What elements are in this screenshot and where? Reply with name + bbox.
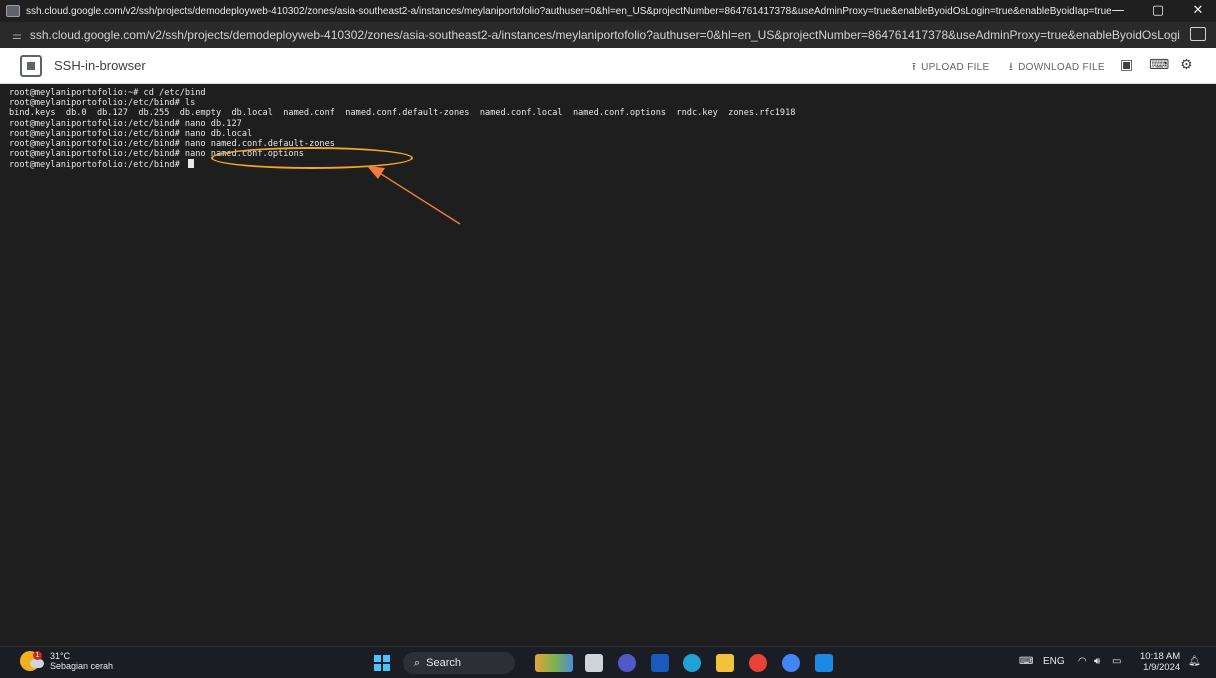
ssh-toolbar: SSH-in-browser ⭱ UPLOAD FILE ⭳ DOWNLOAD …	[0, 48, 1216, 84]
clock-date: 1/9/2024	[1143, 662, 1181, 673]
address-bar[interactable]: ⚌ ssh.cloud.google.com/v2/ssh/projects/d…	[0, 22, 1216, 48]
start-tile	[374, 655, 382, 663]
terminal-prompt-line[interactable]: root@meylaniportofolio:/etc/bind#	[9, 159, 1207, 171]
volume-icon[interactable]: 🔊︎	[1094, 656, 1100, 667]
settings-gear-icon[interactable]: ⚙	[1180, 57, 1193, 73]
weather-widget[interactable]: 1 31°C Sebagian cerah	[20, 651, 113, 671]
download-icon: ⭳	[1009, 60, 1014, 73]
search-icon: ⌕	[414, 656, 421, 669]
terminal-line: root@meylaniportofolio:/etc/bind# nano n…	[9, 138, 335, 149]
terminal-prompt: root@meylaniportofolio:/etc/bind#	[9, 160, 185, 171]
cast-icon[interactable]	[1190, 27, 1206, 41]
terminal-line: root@meylaniportofolio:/etc/bind# nano n…	[9, 149, 304, 160]
annotation-highlight-oval	[211, 147, 413, 169]
weather-description: Sebagian cerah	[50, 661, 114, 671]
maximize-button[interactable]: ▢	[1140, 0, 1176, 22]
upload-file-button[interactable]: ⭱ UPLOAD FILE	[912, 58, 989, 77]
task-view-icon[interactable]	[585, 654, 603, 672]
terminal-panel[interactable]: root@meylaniportofolio:~# cd /etc/bind r…	[0, 84, 1216, 646]
download-file-button[interactable]: ⭳ DOWNLOAD FILE	[1009, 58, 1105, 77]
terminal-line: root@meylaniportofolio:/etc/bind# ls	[9, 98, 196, 109]
language-indicator[interactable]: ENG	[1043, 656, 1065, 667]
search-placeholder: Search	[426, 657, 462, 669]
url-text[interactable]: ssh.cloud.google.com/v2/ssh/projects/dem…	[30, 28, 1180, 42]
widgets-icon[interactable]	[535, 654, 573, 672]
download-file-label: DOWNLOAD FILE	[1018, 62, 1105, 73]
notifications-icon[interactable]: 🔔︎	[1188, 656, 1201, 667]
site-settings-icon[interactable]: ⚌	[12, 29, 22, 42]
teams-chat-icon[interactable]	[618, 654, 636, 672]
weather-temperature: 31°C	[50, 651, 71, 661]
close-button[interactable]: ✕	[1180, 0, 1216, 22]
windows-taskbar: 1 31°C Sebagian cerah ⌕ Search ⌨ ENG ◠ 🔊…	[0, 646, 1216, 678]
system-clock[interactable]: 10:18 AM 1/9/2024	[1140, 651, 1180, 673]
keyboard-tray-icon[interactable]: ⌨	[1019, 656, 1033, 667]
terminal-line: bind.keys db.0 db.127 db.255 db.empty db…	[9, 108, 796, 119]
terminal-line: root@meylaniportofolio:/etc/bind# nano d…	[9, 118, 242, 129]
clock-time: 10:18 AM	[1140, 651, 1181, 662]
notepad-icon[interactable]	[815, 654, 833, 672]
feedback-icon[interactable]: ▣	[1120, 57, 1133, 73]
file-explorer-icon[interactable]	[716, 654, 734, 672]
chrome-icon[interactable]	[749, 654, 767, 672]
chrome-profile-icon[interactable]	[782, 654, 800, 672]
weather-notification-badge: 1	[33, 651, 42, 660]
window-title-bar: ssh.cloud.google.com/v2/ssh/projects/dem…	[0, 0, 1216, 22]
window-title: ssh.cloud.google.com/v2/ssh/projects/dem…	[26, 5, 1111, 17]
browser-favicon-icon	[6, 5, 20, 17]
wifi-icon[interactable]: ◠	[1078, 656, 1087, 667]
terminal-line: root@meylaniportofolio:~# cd /etc/bind	[9, 88, 206, 98]
minimize-button[interactable]: —	[1100, 0, 1136, 22]
word-icon[interactable]	[651, 654, 669, 672]
upload-icon: ⭱	[912, 60, 917, 73]
start-tile	[374, 663, 382, 671]
terminal-cursor	[187, 159, 194, 169]
upload-file-label: UPLOAD FILE	[921, 62, 990, 73]
taskbar-search-box[interactable]: ⌕ Search	[403, 652, 515, 674]
start-tile	[382, 655, 390, 663]
app-title: SSH-in-browser	[54, 58, 146, 73]
edge-browser-icon[interactable]	[683, 654, 701, 672]
battery-icon[interactable]: ▭	[1112, 656, 1121, 667]
terminal-line: root@meylaniportofolio:/etc/bind# nano d…	[9, 128, 253, 139]
start-button[interactable]	[374, 655, 390, 671]
start-tile	[382, 663, 390, 671]
compute-chip-icon	[20, 54, 42, 77]
keyboard-icon[interactable]: ⌨	[1149, 57, 1169, 73]
